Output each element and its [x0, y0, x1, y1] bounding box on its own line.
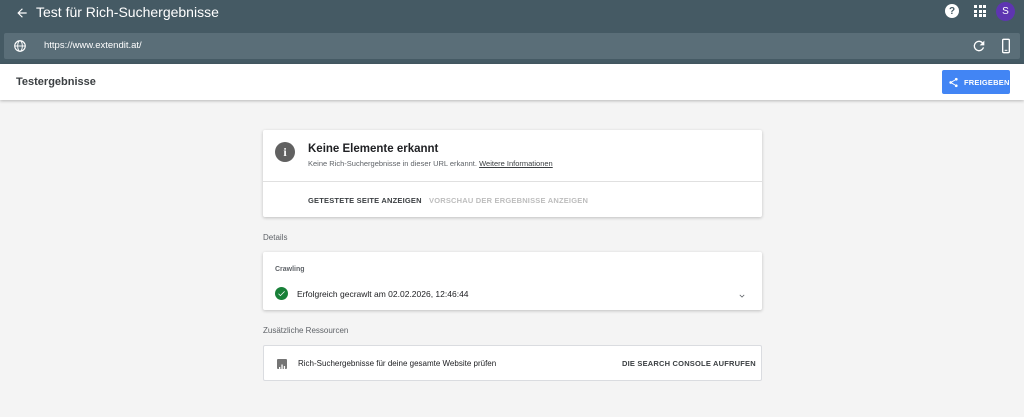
view-tested-page-button[interactable]: GETESTETE SEITE ANZEIGEN: [308, 196, 422, 205]
globe-icon: [13, 39, 27, 53]
result-subtitle-text: Keine Rich-Suchergebnisse in dieser URL …: [308, 159, 477, 168]
result-subtitle: Keine Rich-Suchergebnisse in dieser URL …: [308, 159, 553, 168]
app-title: Test für Rich-Suchergebnisse: [36, 4, 219, 20]
share-button-label: FREIGEBEN: [964, 77, 1010, 87]
reload-icon[interactable]: [971, 38, 987, 54]
top-app-bar: Test für Rich-Suchergebnisse ? S https:/…: [0, 0, 1024, 64]
results-header: Testergebnisse FREIGEBEN: [0, 64, 1024, 100]
url-text[interactable]: https://www.extendit.at/: [44, 40, 142, 51]
url-bar: https://www.extendit.at/: [4, 33, 1020, 59]
resources-card: Rich-Suchergebnisse für deine gesamte We…: [263, 345, 762, 381]
crawling-card[interactable]: Crawling Erfolgreich gecrawlt am 02.02.2…: [263, 252, 762, 310]
more-info-link[interactable]: Weitere Informationen: [479, 159, 553, 168]
crawl-status: Erfolgreich gecrawlt am 02.02.2026, 12:4…: [297, 289, 469, 299]
help-icon[interactable]: ?: [945, 4, 959, 18]
account-avatar[interactable]: S: [996, 2, 1015, 21]
results-title: Testergebnisse: [16, 76, 96, 88]
check-circle-icon: [275, 287, 288, 300]
info-icon: i: [275, 142, 295, 162]
preview-results-button[interactable]: VORSCHAU DER ERGEBNISSE ANZEIGEN: [429, 196, 588, 205]
card-divider: [263, 181, 762, 182]
chevron-down-icon[interactable]: [737, 288, 747, 298]
apps-grid-icon[interactable]: [974, 5, 986, 17]
open-search-console-button[interactable]: DIE SEARCH CONSOLE AUFRUFEN: [622, 359, 756, 368]
result-title: Keine Elemente erkannt: [308, 143, 439, 155]
share-icon: [949, 77, 958, 87]
mobile-device-icon[interactable]: [998, 38, 1014, 54]
details-section-label: Details: [263, 233, 288, 242]
title-bar: Test für Rich-Suchergebnisse ? S: [0, 0, 1024, 26]
crawling-label: Crawling: [275, 266, 305, 273]
resources-text: Rich-Suchergebnisse für deine gesamte We…: [298, 359, 497, 368]
additional-resources-label: Zusätzliche Ressourcen: [263, 326, 349, 335]
result-summary-card: i Keine Elemente erkannt Keine Rich-Such…: [263, 130, 762, 217]
bar-chart-icon: [277, 359, 287, 370]
back-arrow-icon[interactable]: [12, 3, 32, 23]
share-button[interactable]: FREIGEBEN: [942, 70, 1010, 94]
